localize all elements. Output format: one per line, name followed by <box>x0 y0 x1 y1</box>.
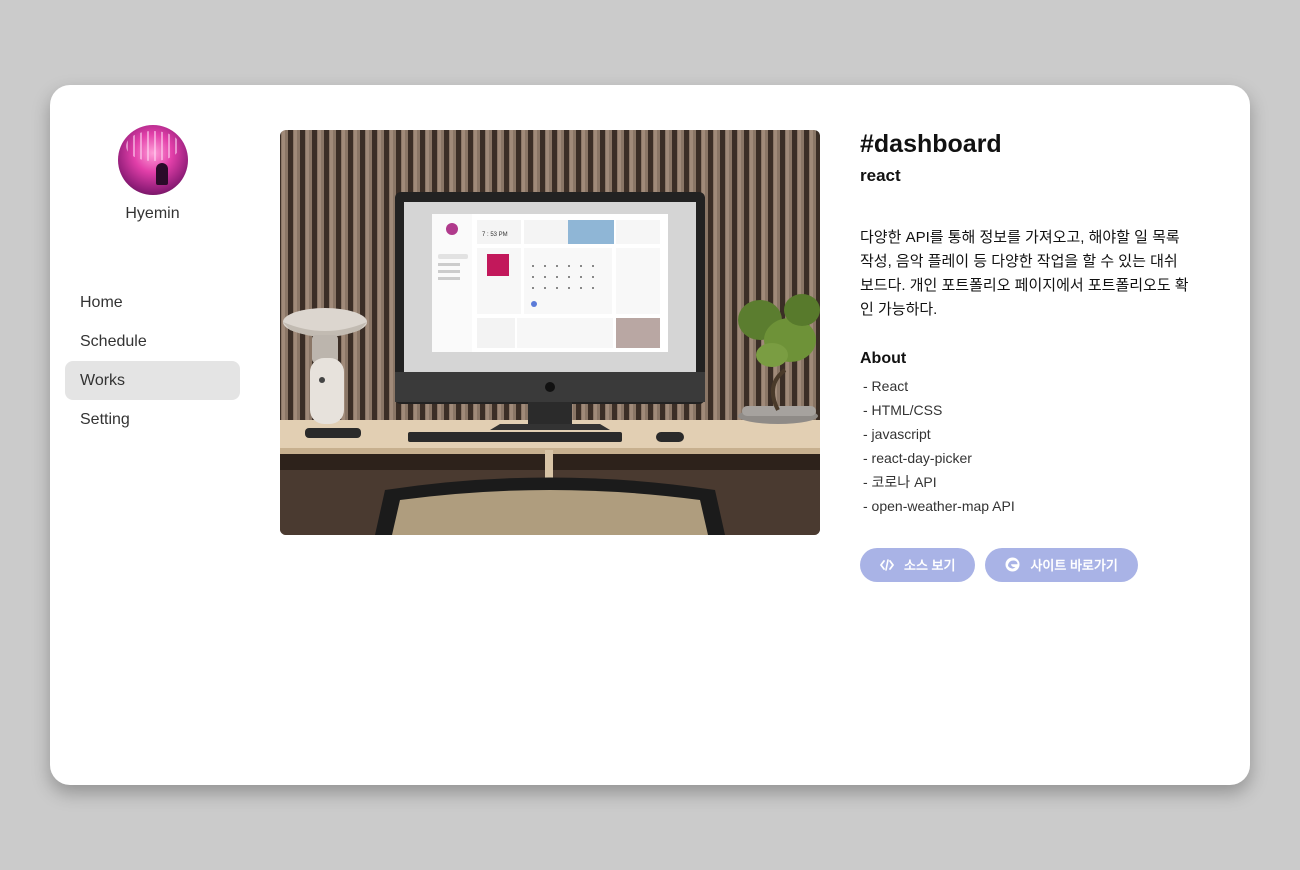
visit-site-button[interactable]: 사이트 바로가기 <box>985 547 1138 582</box>
list-item: - javascript <box>863 425 931 442</box>
visit-site-label: 사이트 바로가기 <box>1030 558 1118 573</box>
nav-item-home[interactable]: Home <box>65 283 240 322</box>
nav-item-schedule[interactable]: Schedule <box>65 322 240 361</box>
list-item: - 코로나 API <box>863 473 937 490</box>
browser-icon <box>1005 557 1020 572</box>
project-title: #dashboard <box>860 130 1002 158</box>
action-buttons: 소스 보기 사이트 바로가기 <box>860 547 1200 582</box>
project-details: #dashboard react 다양한 API를 통해 정보를 가져오고, 해… <box>860 130 1200 582</box>
about-list: - React - HTML/CSS - javascript - react-… <box>860 374 1200 518</box>
nav-item-works[interactable]: Works <box>65 361 240 400</box>
code-icon <box>880 558 894 571</box>
list-item: - open-weather-map API <box>863 497 1015 514</box>
about-heading: About <box>860 349 907 367</box>
avatar-lights <box>126 131 180 161</box>
svg-text:7 : 53 PM: 7 : 53 PM <box>482 232 508 238</box>
nav-item-setting[interactable]: Setting <box>65 400 240 439</box>
sidebar-nav: Home Schedule Works Setting <box>65 283 240 439</box>
view-source-label: 소스 보기 <box>904 558 956 573</box>
project-description: 다양한 API를 통해 정보를 가져오고, 해야할 일 목록 작성, 음악 플레… <box>860 228 1189 318</box>
project-subtitle: react <box>860 165 901 185</box>
avatar <box>118 125 188 195</box>
project-preview-image: 7 : 53 PM <box>280 130 820 535</box>
list-item: - HTML/CSS <box>863 401 943 418</box>
portfolio-card: Hyemin Home Schedule Works Setting 7: 5… <box>50 85 1250 785</box>
username: Hyemin <box>125 205 180 222</box>
list-item: - react-day-picker <box>863 449 972 466</box>
view-source-button[interactable]: 소스 보기 <box>860 547 976 582</box>
avatar-figure <box>156 163 168 185</box>
list-item: - React <box>863 377 909 394</box>
